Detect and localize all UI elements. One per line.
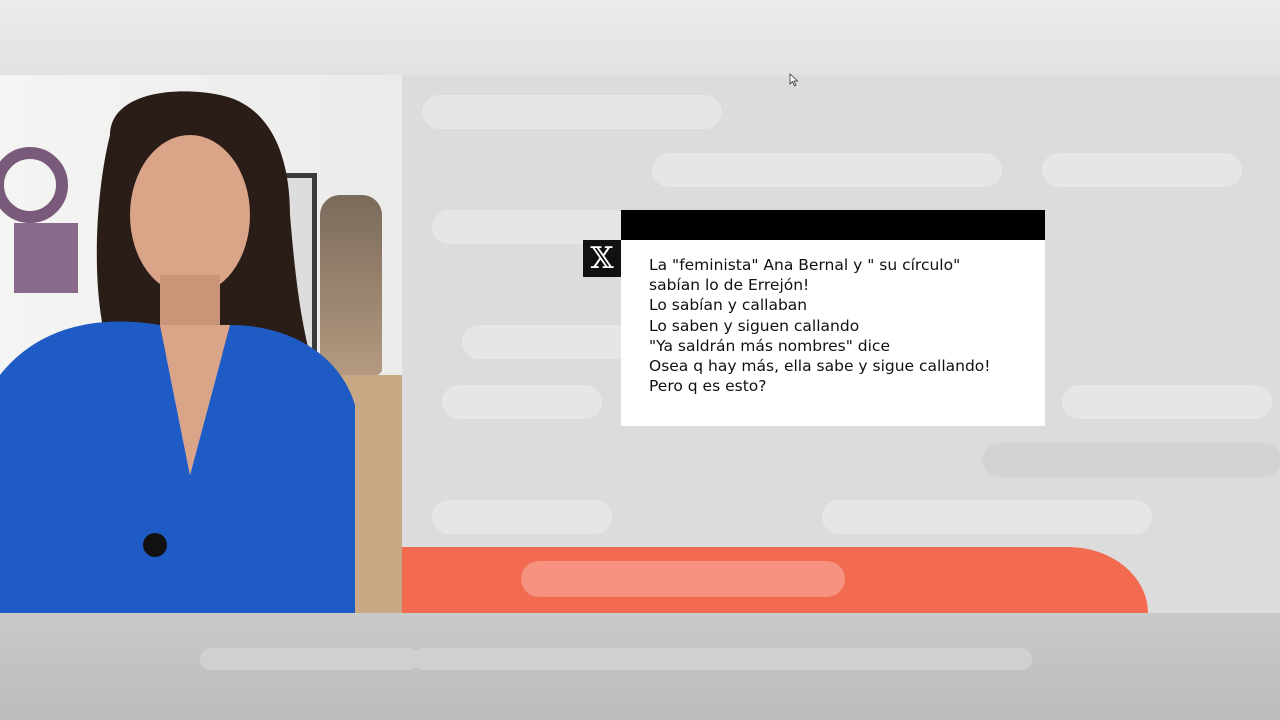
tweet-line: Pero q es esto? — [649, 377, 767, 396]
tweet-text: La "feminista" Ana Bernal y " su círculo… — [621, 240, 1045, 396]
tweet-line: "Ya saldrán más nombres" dice — [649, 336, 890, 355]
tweet-header-bar — [621, 210, 1045, 240]
tweet-line: Lo sabían y callaban — [649, 296, 808, 315]
top-background-band — [0, 0, 1280, 75]
x-logo-icon: 𝕏 — [583, 240, 621, 277]
tweet-line: sabían lo de Errejón! — [649, 276, 810, 295]
tweet-card: La "feminista" Ana Bernal y " su círculo… — [621, 210, 1045, 426]
presenter-silhouette — [0, 91, 355, 613]
tweet-line: La "feminista" Ana Bernal y " su círculo… — [649, 256, 961, 274]
bottom-background-band — [0, 613, 1280, 720]
mouse-cursor-icon — [789, 73, 799, 87]
presenter-video — [0, 75, 402, 613]
tweet-line: Osea q hay más, ella sabe y sigue callan… — [649, 357, 991, 376]
tweet-line: Lo saben y siguen callando — [649, 316, 860, 335]
lower-third-pill — [521, 561, 845, 597]
